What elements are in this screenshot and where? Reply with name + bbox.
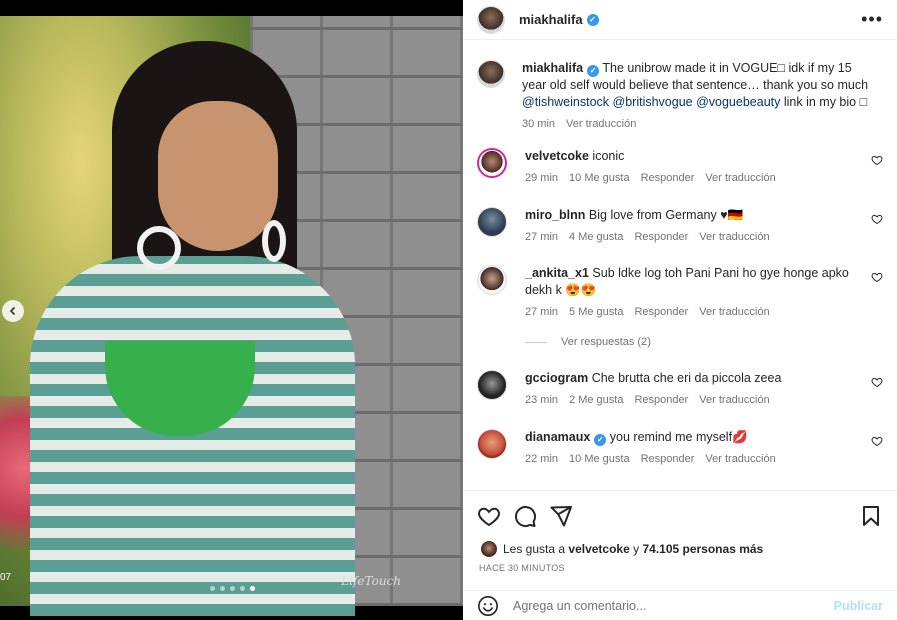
previous-slide-button[interactable] xyxy=(2,300,24,322)
author-avatar[interactable] xyxy=(477,5,505,34)
post-side-panel: miakhalifa ✓ ••• miakhalifa ✓ The unibrow… xyxy=(463,0,897,620)
comment-reply-button[interactable]: Responder xyxy=(634,306,688,318)
comment-bubble-icon[interactable] xyxy=(513,504,537,528)
mention-link[interactable]: @britishvogue xyxy=(613,95,693,109)
post-media: LifeTouch 07 xyxy=(0,0,463,620)
comment-likes[interactable]: 10 Me gusta xyxy=(569,172,630,184)
caption-translate-link[interactable]: Ver traducción xyxy=(566,118,636,130)
comment-translate-link[interactable]: Ver traducción xyxy=(699,394,769,406)
comment-translate-link[interactable]: Ver traducción xyxy=(699,231,769,243)
comment-username[interactable]: _ankita_x1 xyxy=(525,266,589,280)
comment-avatar[interactable] xyxy=(477,429,507,459)
comment-likes[interactable]: 2 Me gusta xyxy=(569,394,623,406)
carousel-indicator xyxy=(210,586,255,591)
mention-link[interactable]: @voguebeauty xyxy=(696,95,780,109)
comment-text: Big love from Germany ♥🇩🇪 xyxy=(588,208,744,222)
comment-text: Che brutta che eri da piccola zeea xyxy=(591,371,782,385)
comment-avatar[interactable] xyxy=(477,370,507,400)
comment-username[interactable]: velvetcoke xyxy=(525,149,589,163)
heart-icon[interactable] xyxy=(871,271,883,283)
chevron-left-icon xyxy=(9,306,16,316)
comment-item: dianamaux ✓ you remind me myself💋 22 min … xyxy=(477,429,883,465)
comment-reply-button[interactable]: Responder xyxy=(634,231,688,243)
view-replies-label: Ver respuestas (2) xyxy=(561,336,651,348)
like-heart-icon[interactable] xyxy=(477,504,501,528)
carousel-dot xyxy=(230,586,235,591)
comment-text: iconic xyxy=(592,149,625,163)
post-photo: LifeTouch xyxy=(0,16,463,616)
photo-person-face xyxy=(158,101,278,251)
comment-composer: Publicar xyxy=(463,590,897,620)
photo-signature: LifeTouch xyxy=(341,574,401,588)
comment-time[interactable]: 27 min xyxy=(525,231,558,243)
comment-time[interactable]: 27 min xyxy=(525,306,558,318)
comment-item: miro_blnn Big love from Germany ♥🇩🇪 27 m… xyxy=(477,207,883,243)
post-timestamp[interactable]: HACE 30 MINUTOS xyxy=(479,563,565,573)
replies-divider xyxy=(525,341,547,343)
instagram-post-view: LifeTouch 07 miakhalifa ✓ ••• miakhalifa… xyxy=(0,0,897,620)
carousel-dot xyxy=(240,586,245,591)
likes-summary: Les gusta a velvetcoke y 74.105 personas… xyxy=(481,541,763,557)
caption-username[interactable]: miakhalifa xyxy=(522,61,583,75)
comment-avatar[interactable] xyxy=(477,148,507,178)
comment-username[interactable]: miro_blnn xyxy=(525,208,585,222)
post-comment-button[interactable]: Publicar xyxy=(834,599,883,613)
heart-icon[interactable] xyxy=(871,376,883,388)
likes-count-link[interactable]: 74.105 personas más xyxy=(642,542,763,556)
save-bookmark-icon[interactable] xyxy=(859,504,883,528)
comment-translate-link[interactable]: Ver traducción xyxy=(699,306,769,318)
heart-icon[interactable] xyxy=(871,435,883,447)
carousel-dot xyxy=(210,586,215,591)
carousel-dot xyxy=(220,586,225,591)
comment-likes[interactable]: 5 Me gusta xyxy=(569,306,623,318)
comment-likes[interactable]: 10 Me gusta xyxy=(569,453,630,465)
comment-time[interactable]: 23 min xyxy=(525,394,558,406)
comment-translate-link[interactable]: Ver traducción xyxy=(705,172,775,184)
likes-conjunction: y xyxy=(633,542,640,556)
comment-text: you remind me myself💋 xyxy=(609,430,748,444)
photo-person-striped-top xyxy=(30,256,355,616)
verified-badge-icon: ✓ xyxy=(594,434,607,446)
comment-item: velvetcoke iconic 29 min 10 Me gusta Res… xyxy=(477,148,883,184)
comment-time[interactable]: 22 min xyxy=(525,453,558,465)
heart-icon[interactable] xyxy=(871,213,883,225)
comment-likes[interactable]: 4 Me gusta xyxy=(569,231,623,243)
comment-avatar[interactable] xyxy=(477,207,507,237)
caption-avatar[interactable] xyxy=(477,60,505,88)
post-header: miakhalifa ✓ ••• xyxy=(463,0,897,40)
comment-time[interactable]: 29 min xyxy=(525,172,558,184)
post-caption: miakhalifa ✓ The unibrow made it in VOGUE… xyxy=(477,60,877,130)
comments-list[interactable]: miakhalifa ✓ The unibrow made it in VOGUE… xyxy=(463,40,897,490)
comment-item: _ankita_x1 Sub ldke log toh Pani Pani ho… xyxy=(477,265,883,318)
mention-link[interactable]: @tishweinstock xyxy=(522,95,609,109)
photo-corner-text: 07 xyxy=(0,572,12,583)
comment-reply-button[interactable]: Responder xyxy=(641,172,695,184)
share-paper-plane-icon[interactable] xyxy=(549,504,573,528)
photo-earring-left xyxy=(137,226,181,270)
comment-username[interactable]: dianamaux xyxy=(525,430,590,444)
verified-badge-icon: ✓ xyxy=(586,13,599,26)
comment-reply-button[interactable]: Responder xyxy=(641,453,695,465)
comment-reply-button[interactable]: Responder xyxy=(634,394,688,406)
heart-icon[interactable] xyxy=(871,154,883,166)
comment-translate-link[interactable]: Ver traducción xyxy=(705,453,775,465)
caption-text-end: link in my bio □ xyxy=(780,95,868,109)
author-username[interactable]: miakhalifa xyxy=(519,12,583,27)
likes-prefix: Les gusta a xyxy=(503,542,566,556)
liker-avatar[interactable] xyxy=(481,541,497,557)
carousel-dot-active xyxy=(250,586,255,591)
comment-username[interactable]: gcciogram xyxy=(525,371,588,385)
post-actions-bar xyxy=(463,490,897,540)
liker-username[interactable]: velvetcoke xyxy=(568,542,629,556)
view-replies-button[interactable]: Ver respuestas (2) xyxy=(525,336,651,348)
caption-time[interactable]: 30 min xyxy=(522,118,555,130)
more-options-icon[interactable]: ••• xyxy=(861,9,883,30)
verified-badge-icon: ✓ xyxy=(587,65,600,77)
comment-avatar[interactable] xyxy=(477,265,507,295)
emoji-icon[interactable] xyxy=(477,595,499,617)
comment-input[interactable] xyxy=(513,598,823,613)
photo-earring-right xyxy=(262,220,286,262)
comment-item: gcciogram Che brutta che eri da piccola … xyxy=(477,370,883,406)
